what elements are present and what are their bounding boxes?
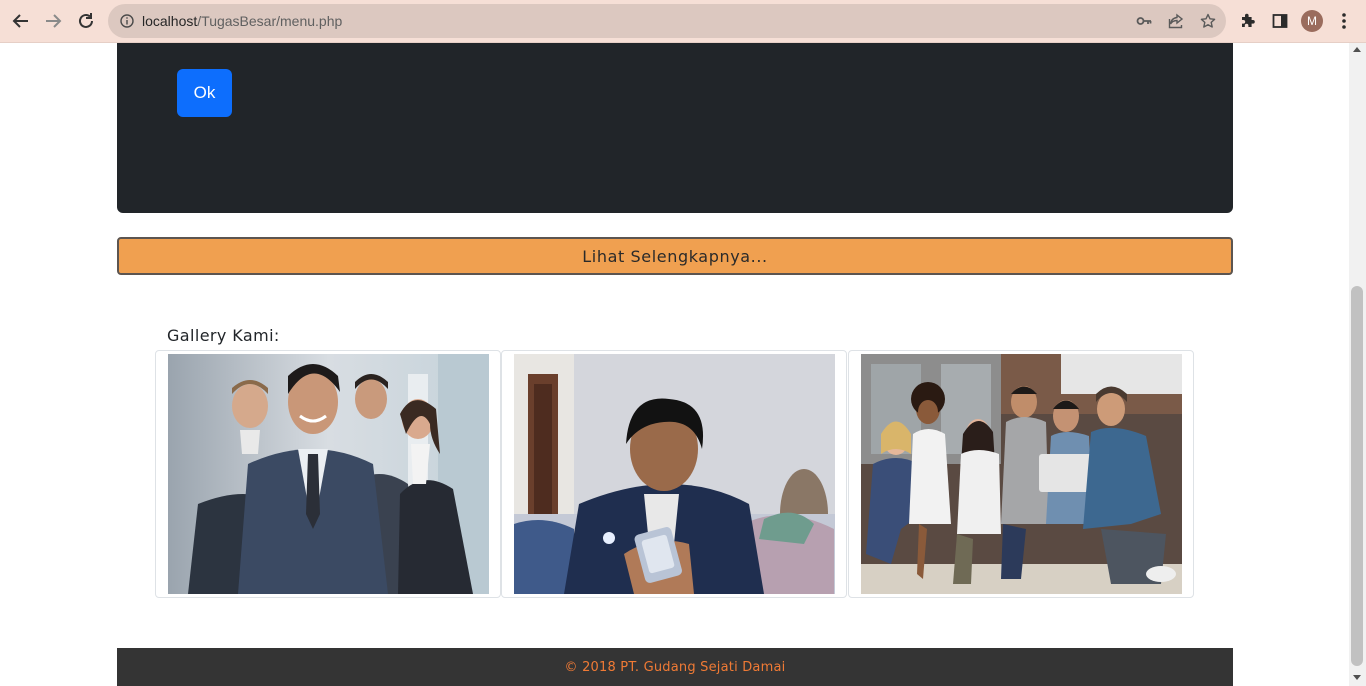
key-icon[interactable] — [1135, 12, 1153, 30]
gallery-image-business-team — [168, 354, 489, 594]
scroll-up-arrow-icon[interactable] — [1353, 47, 1361, 52]
page-scrollbar[interactable] — [1349, 43, 1366, 686]
scroll-thumb[interactable] — [1351, 286, 1363, 666]
gallery-image-coworkers-group — [861, 354, 1182, 594]
browser-toolbar: localhost/TugasBesar/menu.php M — [0, 0, 1366, 43]
gallery-item[interactable] — [155, 350, 501, 598]
side-panel-icon[interactable] — [1269, 10, 1291, 32]
footer-copyright: © 2018 PT. Gudang Sejati Damai — [564, 659, 786, 675]
gallery-image-man-with-phone — [514, 354, 835, 594]
bookmark-star-icon[interactable] — [1199, 12, 1217, 30]
forward-icon[interactable] — [40, 8, 66, 34]
footer: © 2018 PT. Gudang Sejati Damai — [117, 648, 1233, 686]
url-host: localhost — [142, 13, 198, 29]
see-more-button[interactable]: Lihat Selengkapnya... — [117, 237, 1233, 275]
address-bar[interactable]: localhost/TugasBesar/menu.php — [108, 4, 1226, 38]
ok-button[interactable]: Ok — [177, 69, 232, 117]
profile-avatar[interactable]: M — [1301, 10, 1323, 32]
url-path: /TugasBesar/menu.php — [197, 13, 343, 29]
gallery-title: Gallery Kami: — [167, 326, 280, 345]
back-icon[interactable] — [8, 8, 34, 34]
gallery-item[interactable] — [848, 350, 1194, 598]
extensions-icon[interactable] — [1237, 10, 1259, 32]
menu-dots-icon[interactable] — [1333, 10, 1355, 32]
gallery-item[interactable] — [501, 350, 847, 598]
site-info-icon[interactable] — [118, 12, 136, 30]
hero-card: Ok — [117, 43, 1233, 213]
reload-icon[interactable] — [73, 8, 99, 34]
share-icon[interactable] — [1167, 12, 1185, 30]
url-text: localhost/TugasBesar/menu.php — [142, 13, 342, 29]
scroll-down-arrow-icon[interactable] — [1353, 675, 1361, 680]
